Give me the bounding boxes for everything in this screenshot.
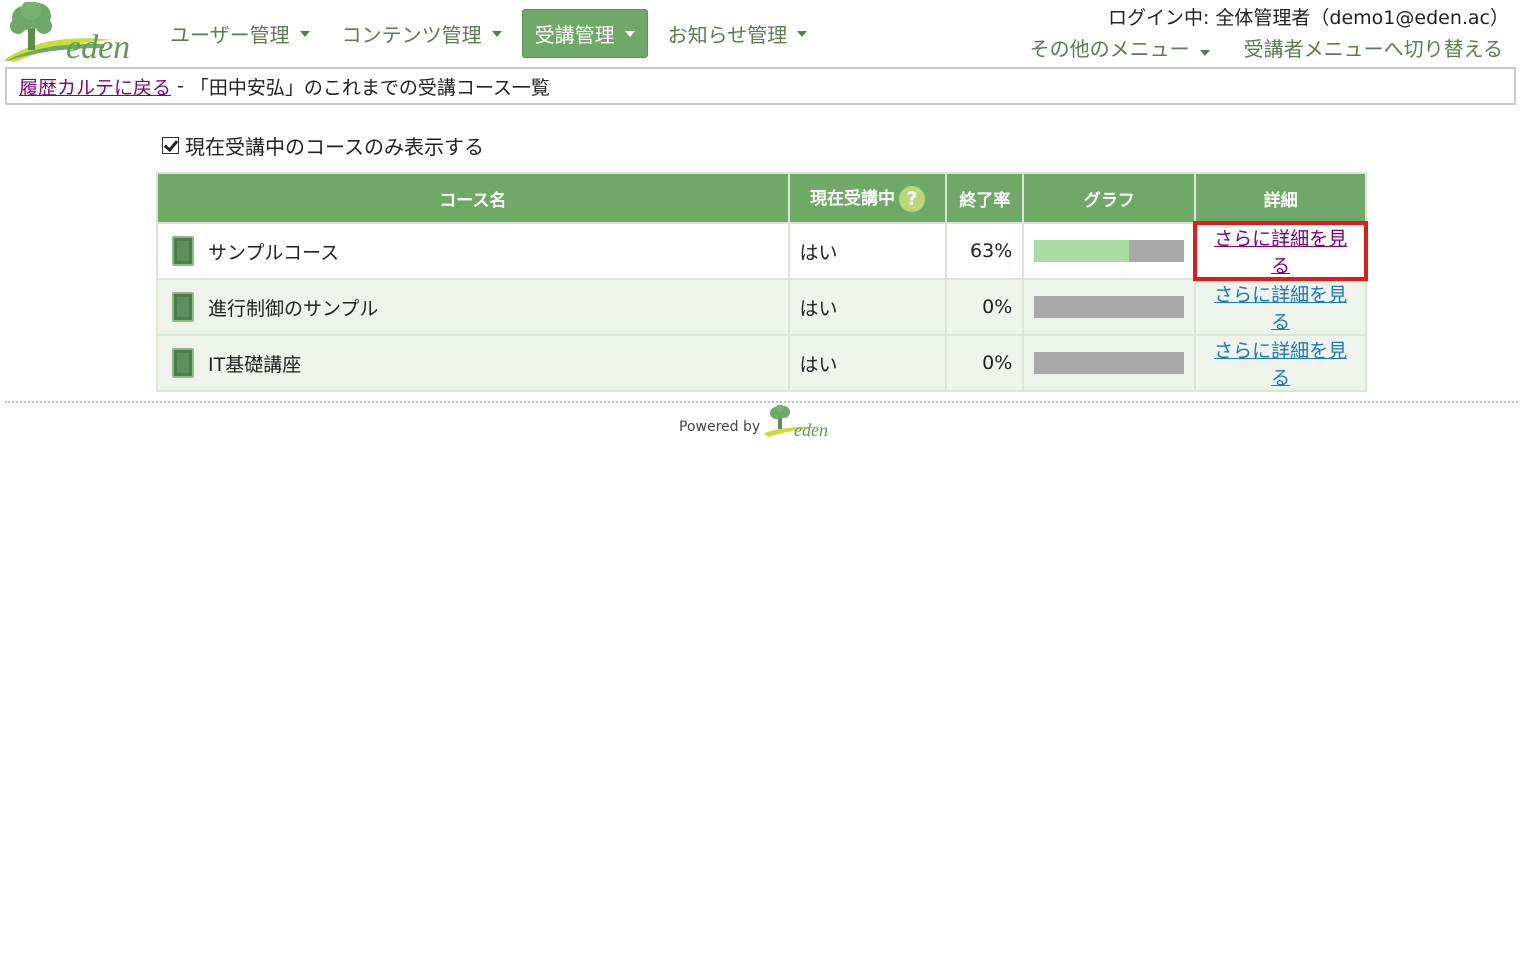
header-current-label: 現在受講中 bbox=[809, 189, 895, 209]
main-nav: ユーザー管理 コンテンツ管理 受講管理 お知らせ管理 bbox=[158, 9, 827, 58]
header-current: 現在受講中? bbox=[787, 172, 948, 224]
progress-bar bbox=[1034, 296, 1185, 318]
header-completion-rate: 終了率 bbox=[945, 172, 1025, 224]
current-only-filter[interactable]: 現在受講中のコースのみ表示する bbox=[162, 131, 484, 160]
nav-user-management[interactable]: ユーザー管理 bbox=[158, 10, 322, 57]
svg-text:eden: eden bbox=[66, 29, 130, 62]
completion-rate: 63% bbox=[945, 222, 1025, 280]
powered-by-text: Powered by bbox=[679, 419, 761, 435]
table-row: IT基礎講座 はい 0% さらに詳細を見る bbox=[156, 334, 1367, 392]
caret-down-icon bbox=[797, 30, 808, 37]
powered-by-footer: Powered by eden bbox=[679, 405, 840, 439]
progress-fill bbox=[1034, 240, 1129, 262]
page-title: 「田中安弘」のこれまでの受講コース一覧 bbox=[189, 76, 550, 99]
header-detail: 詳細 bbox=[1194, 172, 1367, 224]
table-row: サンプルコース はい 63% さらに詳細を見る bbox=[156, 221, 1368, 281]
progress-bar bbox=[1034, 352, 1185, 374]
table-header-row: コース名 現在受講中? 終了率 グラフ 詳細 bbox=[156, 172, 1367, 224]
help-icon[interactable]: ? bbox=[898, 186, 925, 212]
nav-course-management[interactable]: 受講管理 bbox=[521, 9, 648, 58]
eden-logo[interactable]: eden bbox=[4, 0, 144, 66]
nav-content-management[interactable]: コンテンツ管理 bbox=[330, 10, 514, 57]
current-only-checkbox[interactable] bbox=[162, 137, 179, 154]
breadcrumb: 履歴カルテに戻る - 「田中安弘」のこれまでの受講コース一覧 bbox=[5, 67, 1516, 105]
current-status: はい bbox=[787, 222, 948, 280]
nav-label: コンテンツ管理 bbox=[341, 23, 482, 47]
current-status: はい bbox=[787, 334, 948, 392]
course-name-cell: サンプルコース bbox=[156, 222, 790, 280]
breadcrumb-separator: - bbox=[177, 75, 184, 97]
header-course-name: コース名 bbox=[156, 172, 790, 224]
progress-cell bbox=[1022, 222, 1197, 280]
view-details-link[interactable]: さらに詳細を見る bbox=[1214, 284, 1347, 333]
book-icon bbox=[172, 292, 194, 322]
detail-cell: さらに詳細を見る bbox=[1193, 221, 1368, 281]
view-details-link[interactable]: さらに詳細を見る bbox=[1214, 340, 1347, 389]
caret-down-icon bbox=[1199, 50, 1210, 56]
completion-rate: 0% bbox=[945, 334, 1025, 392]
progress-cell bbox=[1022, 334, 1197, 392]
tree-icon: eden bbox=[4, 0, 130, 66]
other-menu-label: その他のメニュー bbox=[1029, 37, 1190, 61]
table-row: 進行制御のサンプル はい 0% さらに詳細を見る bbox=[156, 278, 1367, 336]
other-menu-dropdown[interactable]: その他のメニュー bbox=[1030, 33, 1210, 62]
footer-divider bbox=[5, 401, 1518, 403]
progress-cell bbox=[1022, 278, 1197, 336]
book-icon bbox=[172, 348, 194, 378]
detail-cell: さらに詳細を見る bbox=[1194, 334, 1367, 392]
detail-cell: さらに詳細を見る bbox=[1194, 278, 1367, 336]
caret-down-icon bbox=[299, 30, 310, 37]
caret-down-icon bbox=[491, 30, 502, 37]
caret-down-icon bbox=[624, 30, 635, 37]
svg-text:eden: eden bbox=[794, 420, 828, 439]
eden-footer-logo: eden bbox=[764, 405, 828, 439]
sub-menu: その他のメニュー 受講者メニューへ切り替える bbox=[1030, 33, 1503, 62]
course-name-cell: IT基礎講座 bbox=[156, 334, 790, 392]
completion-rate: 0% bbox=[945, 278, 1025, 336]
login-status: ログイン中: 全体管理者（demo1@eden.ac） bbox=[1107, 7, 1509, 29]
course-table: コース名 現在受講中? 終了率 グラフ 詳細 サンプルコース はい 63% さら… bbox=[156, 172, 1368, 392]
header-graph: グラフ bbox=[1022, 172, 1197, 224]
current-only-label: 現在受講中のコースのみ表示する bbox=[185, 135, 484, 159]
progress-bar bbox=[1034, 240, 1185, 262]
nav-label: お知らせ管理 bbox=[667, 23, 788, 47]
nav-label: 受講管理 bbox=[534, 23, 615, 47]
view-details-link[interactable]: さらに詳細を見る bbox=[1214, 228, 1347, 277]
switch-to-learner-menu[interactable]: 受講者メニューへ切り替える bbox=[1244, 33, 1503, 62]
nav-label: ユーザー管理 bbox=[170, 23, 290, 47]
book-icon bbox=[172, 236, 194, 266]
back-to-history-link[interactable]: 履歴カルテに戻る bbox=[19, 73, 171, 100]
course-name: 進行制御のサンプル bbox=[208, 297, 379, 320]
course-name: IT基礎講座 bbox=[208, 353, 302, 376]
course-name: サンプルコース bbox=[208, 241, 340, 264]
course-name-cell: 進行制御のサンプル bbox=[156, 278, 790, 336]
current-status: はい bbox=[787, 278, 948, 336]
nav-notice-management[interactable]: お知らせ管理 bbox=[656, 10, 820, 57]
